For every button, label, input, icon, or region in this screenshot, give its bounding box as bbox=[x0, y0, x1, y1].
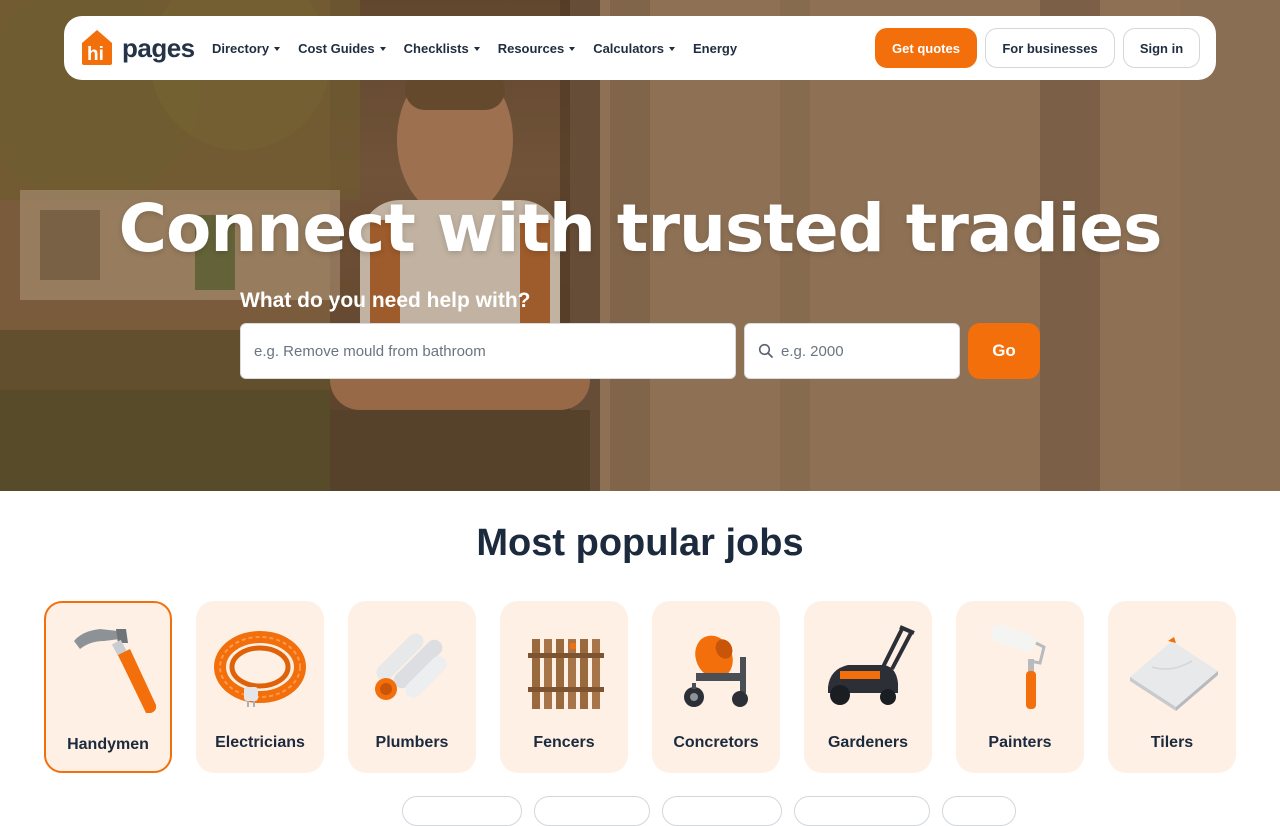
tile-icon bbox=[1130, 637, 1218, 711]
job-label: Electricians bbox=[215, 734, 305, 751]
popular-jobs-title: Most popular jobs bbox=[476, 522, 804, 564]
nav-item-resources[interactable]: Resources bbox=[498, 41, 576, 56]
chevron-down-icon bbox=[569, 46, 576, 51]
job-card-fencers[interactable]: Fencers bbox=[500, 601, 628, 773]
lawn-mower-icon bbox=[828, 625, 915, 705]
cement-mixer-icon bbox=[684, 635, 748, 707]
hipages-logo[interactable]: hi pages bbox=[80, 27, 195, 69]
postcode-input[interactable] bbox=[781, 324, 957, 378]
more-jobs-chip[interactable] bbox=[794, 796, 930, 826]
fence-icon bbox=[528, 639, 604, 709]
top-navbar: hi pages Directory Cost Guides Checklist… bbox=[64, 16, 1216, 80]
more-jobs-chip[interactable] bbox=[662, 796, 782, 826]
logo-text: pages bbox=[122, 33, 195, 63]
nav-item-energy[interactable]: Energy bbox=[693, 41, 737, 56]
job-card-gardeners[interactable]: Gardeners bbox=[804, 601, 932, 773]
postcode-field[interactable] bbox=[744, 323, 960, 379]
nav-item-checklists[interactable]: Checklists bbox=[404, 41, 480, 56]
logo-house-icon: hi bbox=[82, 30, 112, 65]
job-label: Gardeners bbox=[827, 734, 909, 751]
job-label: Tilers bbox=[1150, 734, 1194, 751]
svg-text:hi: hi bbox=[87, 44, 104, 65]
hammer-icon bbox=[74, 629, 157, 713]
nav-item-directory[interactable]: Directory bbox=[212, 41, 281, 56]
go-button[interactable]: Go bbox=[968, 323, 1040, 379]
more-jobs-chip[interactable] bbox=[534, 796, 650, 826]
search-icon bbox=[758, 343, 773, 358]
job-card-handymen[interactable]: Handymen bbox=[44, 601, 172, 773]
job-card-tilers[interactable]: Tilers bbox=[1108, 601, 1236, 773]
chevron-down-icon bbox=[473, 46, 480, 51]
nav-item-calculators[interactable]: Calculators bbox=[593, 41, 675, 56]
nav-menu: Directory Cost Guides Checklists Resourc… bbox=[212, 16, 755, 80]
get-quotes-button[interactable]: Get quotes bbox=[875, 28, 977, 68]
chevron-down-icon bbox=[379, 46, 386, 51]
nav-item-cost-guides[interactable]: Cost Guides bbox=[298, 41, 386, 56]
sign-in-button[interactable]: Sign in bbox=[1123, 28, 1200, 68]
hero-title: Connect with trusted tradies bbox=[118, 190, 1163, 267]
paint-roller-icon bbox=[990, 624, 1046, 709]
more-jobs-chip[interactable] bbox=[402, 796, 522, 826]
chevron-down-icon bbox=[274, 46, 281, 51]
job-card-concretors[interactable]: Concretors bbox=[652, 601, 780, 773]
job-label: Painters bbox=[988, 734, 1052, 751]
job-label: Plumbers bbox=[375, 734, 449, 751]
job-card-painters[interactable]: Painters bbox=[956, 601, 1084, 773]
job-label: Fencers bbox=[533, 734, 595, 751]
cable-coil-icon bbox=[214, 631, 306, 707]
more-jobs-chip[interactable] bbox=[942, 796, 1016, 826]
pipes-icon bbox=[375, 633, 447, 700]
chevron-down-icon bbox=[669, 46, 675, 51]
search-label: What do you need help with? bbox=[240, 289, 531, 312]
job-label: Concretors bbox=[673, 734, 759, 751]
for-businesses-button[interactable]: For businesses bbox=[985, 28, 1115, 68]
job-card-plumbers[interactable]: Plumbers bbox=[348, 601, 476, 773]
job-card-electricians[interactable]: Electricians bbox=[196, 601, 324, 773]
job-search-input[interactable] bbox=[240, 323, 736, 379]
job-label: Handymen bbox=[67, 736, 149, 753]
